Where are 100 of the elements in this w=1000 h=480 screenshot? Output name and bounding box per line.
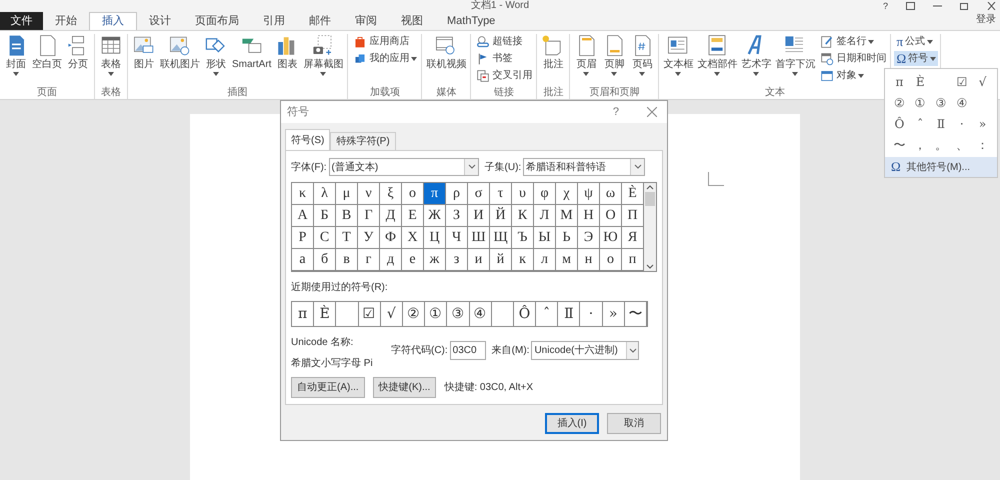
ribbon-button[interactable]: 封面 <box>2 34 30 87</box>
symbol-cell[interactable]: Ф <box>380 227 402 249</box>
symbol-cell[interactable]: μ <box>336 183 358 205</box>
ribbon-button[interactable]: 页脚 <box>600 34 628 87</box>
symbol-cell[interactable]: κ <box>292 183 314 205</box>
symbol-cell[interactable]: О <box>600 205 622 227</box>
char-code-field[interactable]: 03C0 <box>450 341 486 360</box>
symbol-cell[interactable]: В <box>336 205 358 227</box>
ribbon-button[interactable]: 联机视频 <box>424 34 468 87</box>
ribbon-tab[interactable]: 页面布局 <box>183 12 251 30</box>
ribbon-tab[interactable]: 视图 <box>389 12 435 30</box>
shortcut-key-button[interactable]: 快捷键(K)... <box>372 377 436 398</box>
symbol-cell[interactable]: ψ <box>578 183 600 205</box>
ribbon-button[interactable]: 日期和时间 <box>818 51 888 66</box>
symbol-cell[interactable]: У <box>358 227 380 249</box>
ribbon-button[interactable]: 艺术字 <box>739 34 774 87</box>
font-select[interactable]: (普通文本) <box>328 158 479 176</box>
symbol-cell[interactable]: К <box>512 205 534 227</box>
ribbon-button[interactable]: 首字下沉 <box>773 34 818 87</box>
ribbon-tab[interactable]: MathType <box>435 12 508 30</box>
ribbon-button[interactable]: Ω 符号 <box>894 51 938 66</box>
ribbon-tab[interactable]: 审阅 <box>343 12 389 30</box>
ribbon-button[interactable]: 应用商店 <box>351 34 420 49</box>
close-icon[interactable] <box>987 2 996 10</box>
symbol-cell[interactable]: Р <box>292 227 314 249</box>
symbol-cell[interactable]: ρ <box>446 183 468 205</box>
symbol-cell[interactable]: χ <box>556 183 578 205</box>
help-button[interactable]: ? <box>882 2 888 10</box>
ribbon-button[interactable]: 空白页 <box>30 34 64 87</box>
symbol-option[interactable]: Ô <box>889 113 910 134</box>
symbol-cell[interactable]: Й <box>490 205 512 227</box>
symbol-cell[interactable]: е <box>402 249 424 271</box>
symbol-cell[interactable]: г <box>358 249 380 271</box>
ribbon-button[interactable]: 分页 <box>64 34 92 87</box>
scroll-thumb[interactable] <box>645 192 655 206</box>
symbol-cell[interactable]: к <box>512 249 534 271</box>
ribbon-button[interactable]: 交叉引用 <box>474 68 534 83</box>
dialog-tab[interactable]: 特殊字符(P) <box>330 132 396 150</box>
symbol-cell[interactable]: σ <box>468 183 490 205</box>
symbol-cell[interactable]: М <box>556 205 578 227</box>
ribbon-button[interactable]: 对象 <box>818 68 888 83</box>
symbol-cell[interactable]: Е <box>402 205 424 227</box>
file-tab[interactable]: 文件 <box>0 12 43 30</box>
autocorrect-button[interactable]: 自动更正(A)... <box>291 377 365 398</box>
ribbon-tab[interactable]: 插入 <box>89 12 137 30</box>
symbol-option[interactable]: ④ <box>951 92 972 113</box>
ribbon-button[interactable]: π公式 <box>894 34 938 49</box>
symbol-cell[interactable]: й <box>490 249 512 271</box>
symbol-option[interactable]: ˆ <box>910 113 931 134</box>
symbol-cell[interactable]: υ <box>512 183 534 205</box>
symbol-cell[interactable]: а <box>292 249 314 271</box>
symbol-cell[interactable]: Ь <box>556 227 578 249</box>
ribbon-tab[interactable]: 设计 <box>137 12 183 30</box>
symbol-cell[interactable]: Э <box>578 227 600 249</box>
ribbon-button[interactable]: 我的应用 <box>351 51 420 66</box>
ribbon-button[interactable]: 超链接 <box>474 34 534 49</box>
symbol-cell[interactable]: о <box>600 249 622 271</box>
ribbon-button[interactable]: 图片 <box>130 34 158 87</box>
ribbon-button[interactable]: 联机图片 <box>158 34 202 87</box>
ribbon-button[interactable]: 批注 <box>539 34 568 87</box>
dialog-tab[interactable]: 符号(S) <box>285 129 330 150</box>
ribbon-button[interactable]: 形状 <box>202 34 230 87</box>
ribbon-button[interactable]: 页码 <box>628 34 656 87</box>
symbol-cell[interactable]: Ж <box>424 205 446 227</box>
symbol-option[interactable]: ② <box>889 92 910 113</box>
symbol-cell[interactable]: б <box>314 249 336 271</box>
ribbon-button[interactable]: 签名行 <box>818 34 888 49</box>
symbol-option[interactable]: Ⅱ <box>930 113 952 134</box>
symbol-cell[interactable]: ω <box>600 183 622 205</box>
symbol-option[interactable]: Ѐ <box>910 71 931 92</box>
symbol-cell[interactable]: Щ <box>490 227 512 249</box>
symbol-option[interactable]: √ <box>972 71 993 92</box>
symbol-cell[interactable]: Ъ <box>512 227 534 249</box>
symbol-option[interactable]: 〜 <box>889 134 910 155</box>
symbol-cell[interactable]: ν <box>358 183 380 205</box>
symbol-cell[interactable]: з <box>446 249 468 271</box>
ribbon-display-icon[interactable] <box>906 2 915 10</box>
ribbon-button[interactable]: 屏幕截图 <box>301 34 346 87</box>
ribbon-button[interactable]: SmartArt <box>230 34 274 87</box>
ribbon-tab[interactable]: 开始 <box>43 12 89 30</box>
more-symbols-item[interactable]: Ω 其他符号(M)... <box>885 157 997 177</box>
symbol-cell[interactable]: в <box>336 249 358 271</box>
scroll-down-icon[interactable] <box>646 264 654 269</box>
ribbon-tab[interactable]: 引用 <box>251 12 297 30</box>
ribbon-button[interactable]: 表格 <box>97 34 125 87</box>
symbol-cell[interactable]: Л <box>534 205 556 227</box>
symbol-cell[interactable]: π <box>424 183 446 205</box>
from-select[interactable]: Unicode(十六进制) <box>531 341 640 360</box>
symbol-cell[interactable]: Ш <box>468 227 490 249</box>
symbol-cell[interactable]: ξ <box>380 183 402 205</box>
symbol-cell[interactable]: Д <box>380 205 402 227</box>
help-button[interactable]: ? <box>612 104 619 120</box>
symbol-option[interactable]: » <box>972 113 993 134</box>
symbol-cell[interactable]: τ <box>490 183 512 205</box>
symbol-cell[interactable]: Ц <box>424 227 446 249</box>
close-icon[interactable] <box>647 107 657 117</box>
ribbon-button[interactable]: 文档部件 <box>695 34 740 87</box>
subset-select[interactable]: 希腊语和科普特语 <box>523 158 646 176</box>
symbol-cell[interactable]: С <box>314 227 336 249</box>
symbol-option[interactable]: ☑ <box>951 71 972 92</box>
